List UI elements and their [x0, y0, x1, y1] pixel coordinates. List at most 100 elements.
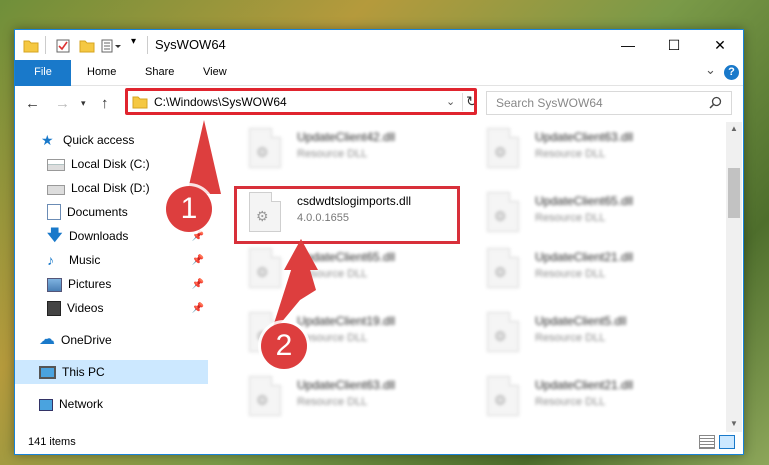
- dll-file-icon: ⚙: [249, 128, 281, 168]
- title-bar: ▾ SysWOW64 — ☐ ✕: [15, 30, 743, 60]
- file-name: UpdateClient65.dll: [535, 194, 634, 208]
- pin-icon[interactable]: 📌: [192, 279, 204, 290]
- minimize-button[interactable]: —: [605, 30, 651, 60]
- sidebar-item-music[interactable]: ♪ Music 📌: [15, 248, 208, 272]
- scrollbar-thumb[interactable]: [728, 168, 740, 218]
- properties-icon[interactable]: [55, 38, 71, 54]
- back-icon[interactable]: ←: [25, 95, 40, 112]
- gear-icon: ⚙: [256, 264, 269, 280]
- details-view-icon[interactable]: [699, 435, 715, 449]
- network-icon: [39, 399, 53, 411]
- gear-icon: ⚙: [256, 392, 269, 408]
- help-icon[interactable]: ?: [724, 65, 739, 80]
- gear-icon: ⚙: [494, 208, 507, 224]
- sidebar-item-quick-access[interactable]: ★ Quick access: [15, 128, 208, 152]
- scroll-down-icon[interactable]: ▼: [730, 419, 738, 428]
- pin-icon[interactable]: 📌: [192, 255, 204, 266]
- divider: [147, 36, 148, 54]
- tab-view[interactable]: View: [189, 60, 241, 85]
- status-bar: 141 items: [15, 432, 743, 454]
- sidebar-item-pictures[interactable]: Pictures 📌: [15, 272, 208, 296]
- pin-icon[interactable]: 📌: [192, 231, 204, 242]
- step-2-badge: 2: [261, 323, 307, 369]
- search-input[interactable]: Search SysWOW64: [486, 91, 732, 115]
- dll-file-icon: ⚙: [487, 376, 519, 416]
- tab-share[interactable]: Share: [131, 60, 188, 85]
- maximize-icon: ☐: [667, 36, 681, 53]
- file-description: Resource DLL: [535, 396, 606, 408]
- new-folder-icon[interactable]: [79, 38, 95, 54]
- file-description: Resource DLL: [535, 148, 606, 160]
- forward-icon[interactable]: →: [55, 95, 70, 112]
- up-icon[interactable]: ↑: [101, 95, 109, 112]
- sidebar-item-videos[interactable]: Videos 📌: [15, 296, 208, 320]
- file-description: Resource DLL: [297, 396, 368, 408]
- file-name: UpdateClient65.dll: [297, 250, 396, 264]
- sidebar-item-label: Local Disk (D:): [71, 181, 150, 195]
- cloud-icon: ☁: [39, 331, 55, 348]
- sidebar-item-label: Quick access: [63, 133, 135, 147]
- sidebar-item-this-pc[interactable]: This PC: [15, 360, 208, 384]
- sidebar-item-onedrive[interactable]: ☁ OneDrive: [15, 328, 208, 352]
- folder-icon: [23, 40, 39, 53]
- file-item[interactable]: ⚙ UpdateClient21.dll Resource DLL: [479, 374, 699, 422]
- file-item[interactable]: ⚙ UpdateClient42.dll Resource DLL: [241, 126, 461, 174]
- recent-locations-icon[interactable]: ▾: [81, 98, 86, 109]
- gear-icon: ⚙: [494, 328, 507, 344]
- file-description: Resource DLL: [297, 332, 368, 344]
- file-list: ⚙ UpdateClient42.dll Resource DLL ⚙ csdw…: [227, 122, 722, 432]
- sidebar-item-label: This PC: [62, 365, 105, 379]
- file-item[interactable]: ⚙ UpdateClient65.dll Resource DLL: [479, 190, 699, 238]
- file-name: UpdateClient21.dll: [535, 378, 634, 392]
- file-item[interactable]: ⚙ UpdateClient65.dll Resource DLL: [241, 246, 461, 294]
- ribbon-tabs: File Home Share View ⌄ ?: [15, 60, 743, 108]
- close-button[interactable]: ✕: [697, 30, 743, 60]
- file-description: Resource DLL: [535, 332, 606, 344]
- address-highlight: [125, 88, 477, 115]
- pin-icon[interactable]: 📌: [192, 303, 204, 314]
- file-item[interactable]: ⚙ UpdateClient21.dll Resource DLL: [479, 246, 699, 294]
- file-description: Resource DLL: [297, 268, 368, 280]
- close-icon: ✕: [714, 36, 726, 53]
- file-item[interactable]: ⚙ UpdateClient63.dll Resource DLL: [479, 126, 699, 174]
- sidebar-item-label: Network: [59, 397, 104, 411]
- documents-icon: [47, 204, 61, 220]
- large-icons-view-icon[interactable]: [719, 435, 735, 449]
- target-file-highlight: [234, 186, 460, 244]
- dll-file-icon: ⚙: [487, 312, 519, 352]
- search-icon[interactable]: [709, 96, 722, 109]
- scroll-up-icon[interactable]: ▲: [730, 124, 738, 133]
- item-count: 141 items: [28, 436, 76, 448]
- file-item[interactable]: ⚙ UpdateClient5.dll Resource DLL: [479, 310, 699, 358]
- vertical-scrollbar[interactable]: ▲ ▼: [726, 122, 742, 432]
- videos-icon: [47, 300, 61, 316]
- dll-file-icon: ⚙: [249, 248, 281, 288]
- dll-file-icon: ⚙: [487, 248, 519, 288]
- dll-file-icon: ⚙: [487, 128, 519, 168]
- file-name: UpdateClient21.dll: [535, 250, 634, 264]
- sidebar-item-local-disk-c[interactable]: Local Disk (C:): [15, 152, 208, 176]
- file-item[interactable]: ⚙ UpdateClient63.dll Resource DLL: [241, 374, 461, 422]
- download-icon: 🡇: [47, 227, 63, 244]
- dll-file-icon: ⚙: [487, 192, 519, 232]
- file-name: UpdateClient63.dll: [297, 378, 396, 392]
- qat-dropdown-icon[interactable]: ▾: [131, 36, 136, 47]
- music-icon: ♪: [47, 252, 54, 268]
- sidebar-item-network[interactable]: Network: [15, 392, 208, 416]
- file-name: UpdateClient42.dll: [297, 130, 396, 144]
- divider: [45, 36, 46, 54]
- gear-icon: ⚙: [256, 144, 269, 160]
- file-name: UpdateClient63.dll: [535, 130, 634, 144]
- navigation-bar: ← → ▾ ↑ C:\Windows\SysWOW64 ⌄ ↻ Search S…: [15, 86, 743, 120]
- maximize-button[interactable]: ☐: [651, 30, 697, 60]
- tab-home[interactable]: Home: [73, 60, 130, 85]
- sidebar-item-label: Music: [69, 253, 101, 267]
- sidebar-item-label: Videos: [67, 301, 104, 315]
- sidebar-item-label: Local Disk (C:): [71, 157, 150, 171]
- drive-icon: [47, 159, 65, 171]
- file-description: Resource DLL: [535, 268, 606, 280]
- customize-icon[interactable]: [101, 38, 123, 54]
- star-icon: ★: [41, 132, 54, 148]
- minimize-icon: —: [621, 37, 635, 53]
- expand-ribbon-icon[interactable]: ⌄: [705, 62, 716, 78]
